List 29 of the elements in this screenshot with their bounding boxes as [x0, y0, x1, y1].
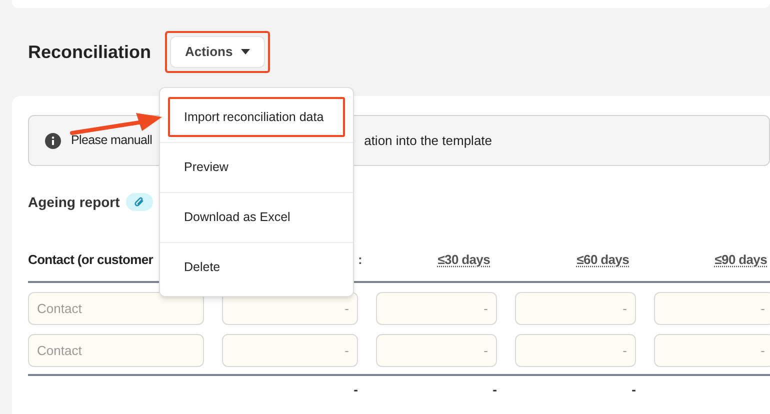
amount-field[interactable]: - [654, 334, 770, 367]
column-header: ≤30 days [436, 251, 491, 270]
column-header: : [356, 251, 362, 270]
contact-field[interactable]: Contact [28, 334, 204, 367]
info-icon [45, 132, 61, 148]
section-title: Ageing report [28, 192, 120, 212]
attachment-badge[interactable] [126, 193, 153, 211]
column-header: ≤60 days [576, 251, 630, 270]
paperclip-icon [134, 196, 145, 208]
column-header: ≤90 days [714, 251, 768, 270]
menu-item[interactable]: Preview [170, 158, 228, 177]
amount-field[interactable]: - [515, 334, 636, 367]
amount-field[interactable]: - [376, 334, 497, 367]
page-title: Reconciliation [28, 40, 152, 64]
caret-icon [240, 49, 250, 55]
banner-text: Please manuall [71, 132, 152, 150]
menu-item[interactable]: Download as Excel [170, 208, 290, 227]
amount-field[interactable]: - [654, 292, 770, 325]
contact-field[interactable]: Contact [28, 292, 204, 325]
amount-field[interactable]: - [376, 292, 497, 325]
total-value: - [354, 382, 358, 397]
amount-field[interactable]: - [222, 334, 358, 367]
total-value: - [632, 382, 636, 397]
amount-field[interactable]: - [515, 292, 636, 325]
menu-item[interactable]: Import reconciliation data [170, 108, 324, 126]
total-value: - [492, 382, 497, 397]
menu-item[interactable]: Delete [170, 258, 220, 277]
actions-button[interactable]: Actions [170, 36, 265, 68]
banner-text: ation into the template [364, 132, 492, 150]
